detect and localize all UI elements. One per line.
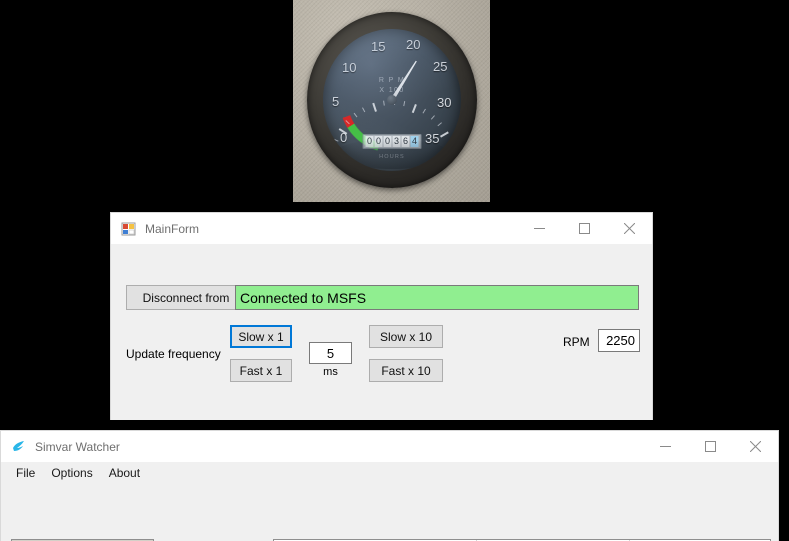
- slow-x10-button[interactable]: Slow x 10: [369, 325, 443, 348]
- simvar-menubar: File Options About: [1, 462, 778, 484]
- gauge-bezel: 0 5 10 15 20 25 30 35 R P M X 100 0 0 0: [307, 12, 477, 188]
- dial-number-15: 15: [371, 39, 385, 54]
- connection-status-field: Connected to MSFS: [235, 285, 639, 310]
- minimize-button[interactable]: [643, 431, 688, 462]
- dial-number-30: 30: [437, 95, 451, 110]
- maximize-button[interactable]: [562, 213, 607, 244]
- interval-input[interactable]: 5: [309, 342, 352, 364]
- fast-x10-button[interactable]: Fast x 10: [369, 359, 443, 382]
- dial-number-20: 20: [406, 37, 420, 52]
- interval-unit-label: ms: [309, 366, 352, 378]
- needle-hub: [387, 95, 397, 105]
- simvar-watcher-window: Simvar Watcher File Options About Discon…: [0, 430, 779, 541]
- screen-root: 0 5 10 15 20 25 30 35 R P M X 100 0 0 0: [0, 0, 789, 541]
- mainform-titlebar[interactable]: MainForm: [111, 213, 652, 244]
- gauge-face: 0 5 10 15 20 25 30 35 R P M X 100 0 0 0: [323, 29, 461, 171]
- update-frequency-label: Update frequency: [126, 347, 221, 361]
- dial-number-5: 5: [332, 94, 339, 109]
- menu-file[interactable]: File: [8, 464, 43, 482]
- mainform-window: MainForm Disconnect from Connected to MS…: [110, 212, 653, 420]
- rpm-label: RPM: [563, 335, 590, 349]
- mainform-title: MainForm: [145, 222, 199, 236]
- dial-number-25: 25: [433, 59, 447, 74]
- blue-bird-icon: [11, 439, 27, 455]
- simvar-client-area: Disconnect Frequency Simvar Value Units: [1, 484, 778, 541]
- rpm-value-field: 2250: [598, 329, 640, 352]
- maximize-button[interactable]: [688, 431, 733, 462]
- close-button[interactable]: [607, 213, 652, 244]
- dial-number-10: 10: [342, 60, 356, 75]
- simvar-window-controls: [643, 431, 778, 462]
- mainform-client-area: Disconnect from Connected to MSFS Update…: [111, 244, 652, 420]
- menu-about[interactable]: About: [101, 464, 148, 482]
- winform-icon: [121, 221, 137, 237]
- face-shadow: [334, 139, 450, 169]
- menu-options[interactable]: Options: [43, 464, 100, 482]
- mainform-window-controls: [517, 213, 652, 244]
- disconnect-from-button[interactable]: Disconnect from: [126, 285, 246, 310]
- close-button[interactable]: [733, 431, 778, 462]
- minimize-button[interactable]: [517, 213, 562, 244]
- dial-number-0: 0: [340, 130, 347, 145]
- slow-x1-button[interactable]: Slow x 1: [230, 325, 292, 348]
- fast-x1-button[interactable]: Fast x 1: [230, 359, 292, 382]
- simvar-titlebar[interactable]: Simvar Watcher: [1, 431, 778, 462]
- tachometer-photo: 0 5 10 15 20 25 30 35 R P M X 100 0 0 0: [293, 0, 490, 202]
- simvar-title: Simvar Watcher: [35, 440, 120, 454]
